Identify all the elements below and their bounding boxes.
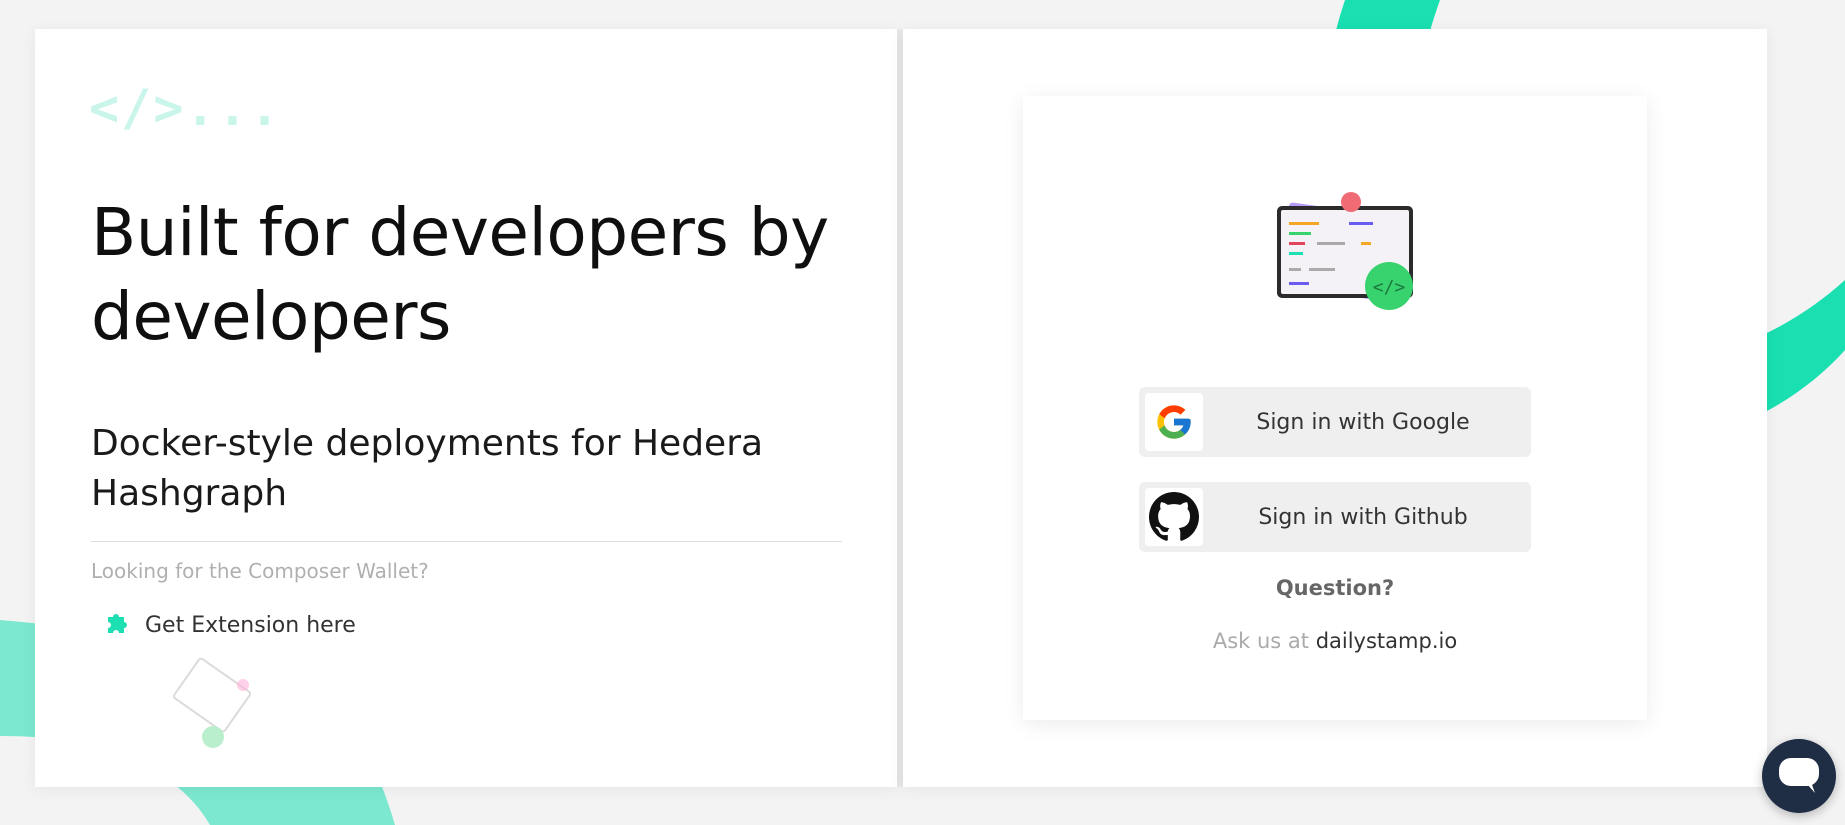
code-logo: </>... xyxy=(89,79,282,137)
signin-panel: </> Sign in with Google Sign in with Git… xyxy=(903,29,1767,787)
google-signin-button[interactable]: Sign in with Google xyxy=(1139,387,1531,457)
divider xyxy=(91,541,842,542)
page-title: Built for developers by developers xyxy=(91,194,829,355)
ask-us-text: Ask us at dailystamp.io xyxy=(1023,629,1647,653)
hero-panel: </>... Built for developers by developer… xyxy=(35,29,897,787)
ask-prefix: Ask us at xyxy=(1212,629,1309,653)
signin-card: </> Sign in with Google Sign in with Git… xyxy=(1023,96,1647,720)
github-icon xyxy=(1145,488,1203,546)
get-extension-label: Get Extension here xyxy=(145,612,356,638)
puzzle-piece-icon xyxy=(103,609,131,641)
laptop-illustration-faded xyxy=(173,657,251,748)
chat-bubble-icon xyxy=(1779,758,1819,793)
google-icon xyxy=(1145,393,1203,451)
google-signin-label: Sign in with Google xyxy=(1256,409,1470,435)
dailystamp-link[interactable]: dailystamp.io xyxy=(1316,629,1457,653)
github-signin-button[interactable]: Sign in with Github xyxy=(1139,482,1531,552)
code-laptop-illustration: </> xyxy=(1277,192,1413,310)
get-extension-link[interactable]: Get Extension here xyxy=(103,609,356,641)
github-signin-label: Sign in with Github xyxy=(1258,504,1468,530)
svg-text:</>: </> xyxy=(1373,277,1406,298)
wallet-question: Looking for the Composer Wallet? xyxy=(91,559,429,583)
chat-button[interactable] xyxy=(1762,739,1836,813)
page-subtitle: Docker-style deployments for Hedera Hash… xyxy=(91,423,764,514)
question-heading: Question? xyxy=(1275,576,1395,600)
